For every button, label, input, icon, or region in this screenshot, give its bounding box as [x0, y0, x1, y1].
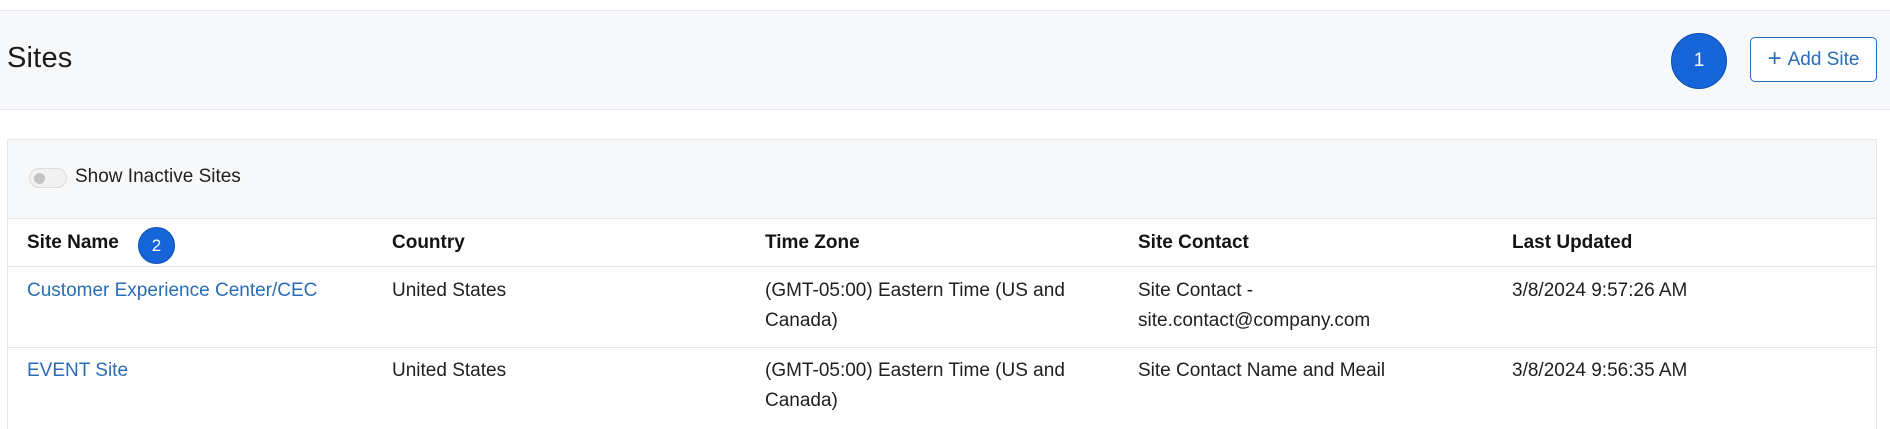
step-badge-1: 1 [1671, 33, 1727, 89]
add-site-button[interactable]: + Add Site [1750, 37, 1877, 82]
column-header-last-updated[interactable]: Last Updated [1512, 228, 1632, 258]
filter-bar: Show Inactive Sites [8, 140, 1876, 219]
row-divider [8, 347, 1876, 348]
site-name-link[interactable]: Customer Experience Center/CEC [27, 276, 317, 306]
top-border [0, 0, 1890, 11]
page-title: Sites [7, 42, 73, 74]
last-updated-cell: 3/8/2024 9:57:26 AM [1512, 280, 1688, 301]
show-inactive-toggle[interactable] [29, 168, 67, 188]
sites-panel: Show Inactive Sites Site Name Country Ti… [7, 139, 1877, 429]
country-cell: United States [392, 360, 507, 381]
column-header-site-name[interactable]: Site Name [27, 228, 119, 258]
site-name-link[interactable]: EVENT Site [27, 356, 128, 386]
plus-icon: + [1767, 44, 1782, 72]
add-site-label: Add Site [1787, 48, 1860, 70]
country-cell: United States [392, 280, 507, 301]
column-header-time-zone[interactable]: Time Zone [765, 228, 1095, 258]
header-divider [8, 266, 1876, 267]
step-badge-2: 2 [138, 227, 175, 264]
show-inactive-label: Show Inactive Sites [75, 166, 241, 187]
page-header [0, 11, 1890, 110]
site-contact-cell: Site Contact - site.contact@company.com [1138, 280, 1371, 331]
last-updated-cell: 3/8/2024 9:56:35 AM [1512, 360, 1688, 381]
time-zone-cell: (GMT-05:00) Eastern Time (US and Canada) [765, 280, 1065, 331]
toggle-knob [34, 173, 45, 184]
column-header-site-contact[interactable]: Site Contact [1138, 228, 1468, 258]
site-contact-cell: Site Contact Name and Meail [1138, 360, 1386, 381]
column-header-country[interactable]: Country [392, 228, 465, 258]
time-zone-cell: (GMT-05:00) Eastern Time (US and Canada) [765, 360, 1065, 411]
